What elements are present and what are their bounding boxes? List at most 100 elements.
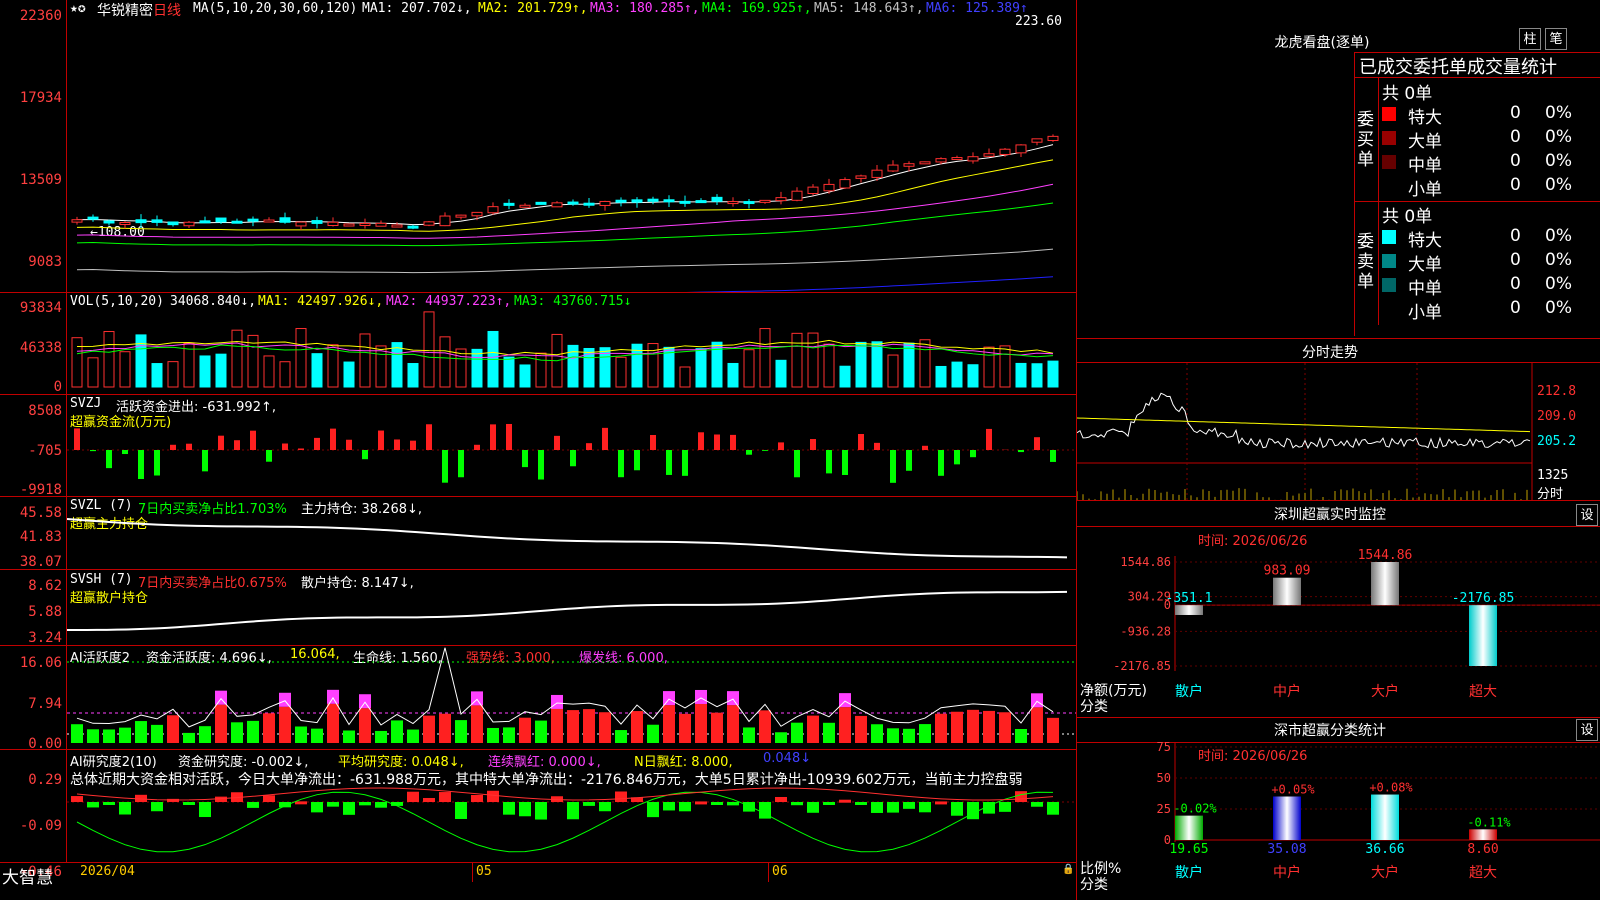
- category-label: 超大: [1469, 684, 1497, 700]
- row-label: 小单: [1408, 180, 1442, 200]
- flow-bar: [362, 450, 368, 460]
- activity-bar: [887, 728, 899, 743]
- settings-button[interactable]: 设: [1576, 719, 1598, 741]
- bar: [1371, 794, 1399, 840]
- y-tick: 9083: [28, 254, 62, 270]
- volume-bar: [679, 366, 691, 388]
- stat-title: 已成交委托单成交量统计: [1359, 57, 1557, 78]
- flow-bar: [890, 450, 896, 483]
- research-bar: [935, 801, 947, 805]
- lock-icon[interactable]: 🔒: [1062, 864, 1074, 875]
- activity-bar: [951, 711, 963, 743]
- volume-bar: [327, 344, 339, 388]
- holding-line: [67, 590, 1068, 631]
- color-swatch: [1382, 155, 1396, 169]
- bar-value-label: 8.60: [1467, 842, 1498, 857]
- candle: [535, 201, 547, 205]
- candle: [727, 201, 739, 205]
- bar-button[interactable]: 柱: [1519, 28, 1541, 50]
- y-tick: 25: [1157, 802, 1171, 816]
- candle: [935, 158, 947, 163]
- activity-chart[interactable]: [67, 646, 1076, 749]
- row-count: 0: [1510, 298, 1521, 318]
- volume-bar: [375, 345, 387, 388]
- research-bar: [1031, 802, 1043, 807]
- volume-bar: [407, 363, 419, 388]
- activity-bar: [583, 709, 595, 743]
- settings-button[interactable]: 设: [1576, 504, 1598, 526]
- research-bar: [327, 802, 339, 807]
- flow-bar: [186, 443, 192, 450]
- volume-bar: [967, 364, 979, 388]
- volume-bar: [295, 328, 307, 388]
- fund-flow-chart[interactable]: [67, 395, 1076, 496]
- activity-bar: [839, 707, 851, 743]
- research-bar: [407, 791, 419, 802]
- sell-label: 委卖单: [1357, 232, 1374, 292]
- activity-bar: [935, 713, 947, 743]
- volume-bar: [615, 356, 627, 388]
- flow-bar: [426, 424, 432, 450]
- research-bar: [1015, 791, 1027, 802]
- flow-bar: [794, 450, 800, 478]
- bar-value-label: -351.1: [1166, 591, 1213, 606]
- activity-bar: [487, 727, 499, 743]
- flow-bar: [842, 450, 848, 475]
- bar: [1469, 605, 1497, 666]
- candle: [647, 198, 659, 202]
- research-chart[interactable]: [67, 750, 1076, 862]
- research-bar: [343, 802, 355, 815]
- candlestick-chart[interactable]: [67, 0, 1076, 292]
- activity-bar: [919, 724, 931, 743]
- flow-bar: [458, 450, 464, 478]
- flow-bar: [778, 442, 784, 450]
- flow-bar: [650, 435, 656, 450]
- candle: [1015, 144, 1027, 154]
- row-pct: 0%: [1545, 298, 1572, 318]
- flow-bar: [682, 450, 688, 476]
- volume-bar: [87, 357, 99, 388]
- volume-chart[interactable]: [67, 293, 1076, 394]
- main-holding-chart[interactable]: [67, 497, 1076, 569]
- candle: [503, 202, 515, 206]
- sz-monitor-chart: 1544.86304.290-936.28-2176.85-351.1散户983…: [1113, 548, 1600, 700]
- research-bar: [695, 801, 707, 805]
- color-swatch: [1382, 230, 1396, 244]
- row-count: 0: [1510, 226, 1521, 246]
- research-bar: [439, 792, 451, 802]
- candle: [903, 163, 915, 167]
- retail-holding-chart[interactable]: [67, 570, 1076, 645]
- research-bar: [967, 802, 979, 820]
- activity-bar: [391, 720, 403, 743]
- activity-bar: [423, 715, 435, 743]
- volume-bar: [263, 355, 275, 388]
- candle: [823, 183, 835, 192]
- volume-bar: [1031, 363, 1043, 388]
- activity-bar: [311, 728, 323, 743]
- pen-button[interactable]: 笔: [1545, 28, 1567, 50]
- cls-stat-chart: 7550250-0.02%19.65散户+0.05%35.08中户+0.08%3…: [1157, 742, 1600, 881]
- volume-bar: [1015, 362, 1027, 388]
- research-bar: [647, 802, 659, 818]
- ma-line: [76, 144, 1054, 226]
- activity-bar: [999, 712, 1011, 743]
- research-bar: [455, 802, 467, 819]
- y-tick: 38.07: [19, 554, 62, 570]
- intraday-chart[interactable]: [1077, 363, 1600, 500]
- flow-bar: [714, 434, 720, 450]
- flow-bar: [522, 450, 528, 468]
- flow-bar: [810, 439, 816, 450]
- activity-bar: [791, 722, 803, 743]
- candle: [583, 202, 595, 206]
- candle: [295, 221, 307, 227]
- activity-bar: [247, 720, 259, 743]
- flow-bar: [250, 430, 256, 450]
- activity-bar: [599, 712, 611, 743]
- category-label: 中户: [1273, 864, 1301, 881]
- candle: [151, 219, 163, 223]
- row-count: 0: [1510, 151, 1521, 171]
- main-chart-area[interactable]: 22360 17934 13509 9083 ★✪ 华锐精密日线 MA(5,10…: [0, 0, 1077, 900]
- volume-bar: [231, 329, 243, 388]
- volume-bar: [311, 353, 323, 388]
- activity-bar: [455, 720, 467, 743]
